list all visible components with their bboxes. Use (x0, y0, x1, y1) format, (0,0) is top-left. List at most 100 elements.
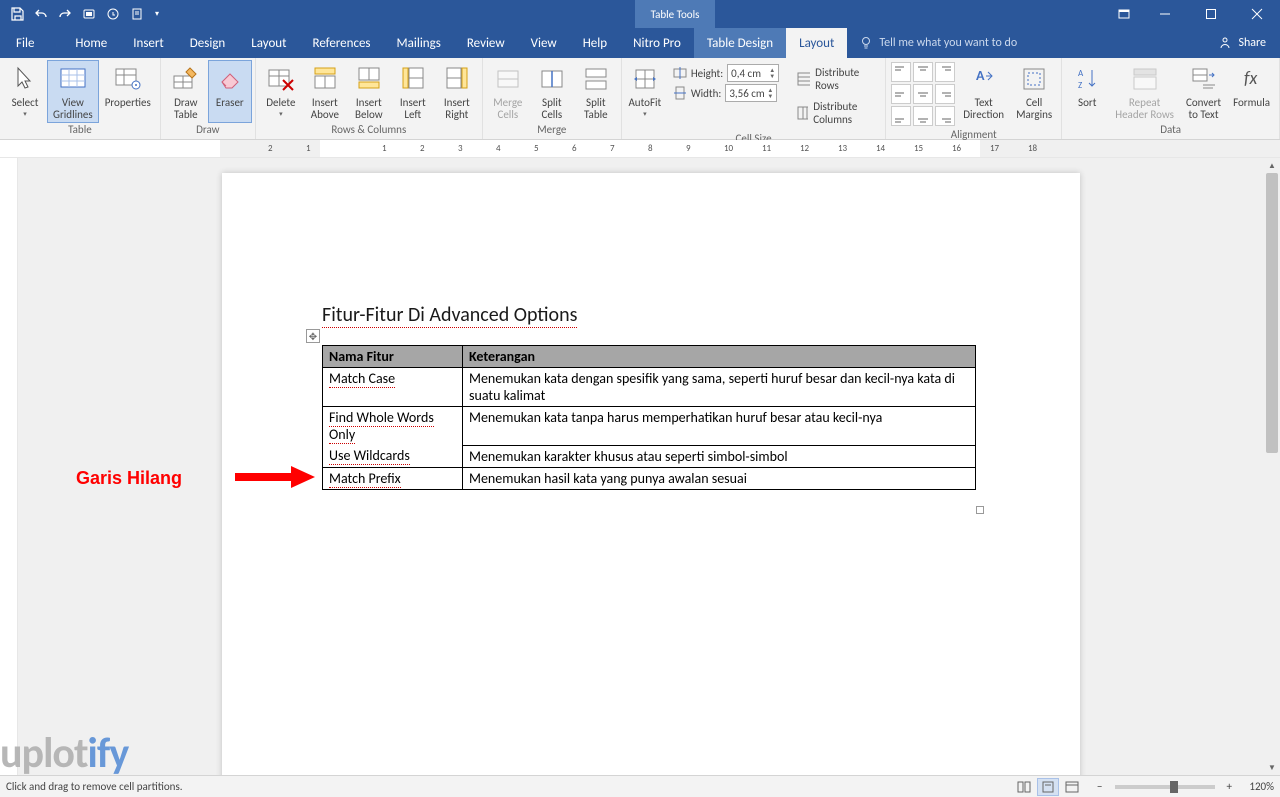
table-move-handle[interactable]: ✥ (306, 329, 320, 343)
zoom-slider-handle[interactable] (1170, 781, 1178, 793)
document-area[interactable]: Fitur-Fitur Di Advanced Options ✥ Nama F… (18, 158, 1264, 775)
cell-desc[interactable]: Menemukan karakter khusus atau seperti s… (463, 445, 976, 467)
scroll-thumb[interactable] (1266, 173, 1278, 453)
ribbon-group-data: AZ Sort Repeat Header Rows Convert to Te… (1062, 58, 1280, 139)
align-bottom-left[interactable] (891, 106, 911, 126)
cell-name[interactable]: Match Case (323, 368, 463, 407)
sort-label: Sort (1078, 97, 1096, 109)
gridlines-label: View Gridlines (53, 97, 93, 121)
maximize-icon[interactable] (1188, 0, 1234, 28)
status-bar: Click and drag to remove cell partitions… (0, 775, 1280, 797)
horizontal-ruler[interactable]: 2 1 1 2 3 4 5 6 7 8 9 10 11 12 13 14 15 … (0, 140, 1280, 158)
autofit-button[interactable]: AutoFit▾ (625, 60, 665, 132)
vertical-scrollbar[interactable]: ▲ ▼ (1264, 158, 1280, 775)
qat-item-2[interactable] (102, 3, 124, 25)
align-bottom-center[interactable] (913, 106, 933, 126)
qat-item-3[interactable] (126, 3, 148, 25)
qat-item-1[interactable] (78, 3, 100, 25)
vertical-ruler[interactable] (0, 158, 18, 775)
cell-desc[interactable]: Menemukan kata tanpa harus memperhatikan… (463, 407, 976, 446)
formula-button[interactable]: fx Formula (1227, 60, 1276, 123)
select-button[interactable]: Select▾ (3, 60, 47, 123)
insert-left-button[interactable]: Insert Left (391, 60, 435, 123)
height-input[interactable]: 0,4 cm▲▼ (727, 64, 779, 82)
delete-button[interactable]: Delete▾ (259, 60, 303, 123)
close-icon[interactable] (1234, 0, 1280, 28)
cell-desc[interactable]: Menemukan kata dengan spesifik yang sama… (463, 368, 976, 407)
cell-margins-button[interactable]: Cell Margins (1010, 60, 1058, 128)
tab-help[interactable]: Help (570, 28, 620, 58)
tab-mailings[interactable]: Mailings (384, 28, 454, 58)
draw-table-button[interactable]: Draw Table (164, 60, 208, 123)
group-label-rowscols: Rows & Columns (259, 123, 479, 139)
align-bottom-right[interactable] (935, 106, 955, 126)
insert-above-icon (309, 63, 341, 95)
web-layout-button[interactable] (1061, 778, 1083, 796)
cell-name[interactable]: Match Prefix (323, 467, 463, 489)
zoom-out-button[interactable]: − (1093, 780, 1106, 793)
tell-me-search[interactable]: Tell me what you want to do (847, 28, 1204, 58)
tab-home[interactable]: Home (62, 28, 120, 58)
svg-text:fx: fx (1244, 67, 1257, 89)
tab-insert[interactable]: Insert (120, 28, 177, 58)
redo-icon[interactable] (54, 3, 76, 25)
annotation-arrow-icon (235, 464, 315, 490)
insert-above-button[interactable]: Insert Above (303, 60, 347, 123)
table-header-row: Nama Fitur Keterangan (323, 346, 976, 368)
tab-references[interactable]: References (300, 28, 384, 58)
split-cells-button[interactable]: Split Cells (530, 60, 574, 123)
eraser-button[interactable]: Eraser (208, 60, 252, 123)
document-table[interactable]: Nama Fitur Keterangan Match Case Menemuk… (322, 345, 976, 490)
tab-view[interactable]: View (518, 28, 570, 58)
cell-desc[interactable]: Menemukan hasil kata yang punya awalan s… (463, 467, 976, 489)
tab-table-layout[interactable]: Layout (786, 28, 847, 58)
align-top-left[interactable] (891, 62, 911, 82)
table-row: Find Whole Words Only Menemukan kata tan… (323, 407, 976, 446)
insert-left-icon (397, 63, 429, 95)
svg-text:A: A (1078, 68, 1084, 79)
read-mode-button[interactable] (1013, 778, 1035, 796)
insert-above-label: Insert Above (311, 97, 339, 121)
properties-button[interactable]: Properties (99, 60, 157, 123)
width-input[interactable]: 3,56 cm▲▼ (725, 84, 777, 102)
repeat-header-button: Repeat Header Rows (1109, 60, 1180, 123)
tell-me-placeholder: Tell me what you want to do (879, 36, 1017, 50)
tab-file[interactable]: File (0, 28, 50, 58)
insert-below-button[interactable]: Insert Below (347, 60, 391, 123)
ribbon-display-options-icon[interactable] (1106, 0, 1142, 28)
convert-to-text-button[interactable]: Convert to Text (1180, 60, 1227, 123)
align-middle-center[interactable] (913, 84, 933, 104)
qat-customize-icon[interactable]: ▾ (150, 3, 164, 25)
print-layout-button[interactable] (1037, 778, 1059, 796)
split-table-button[interactable]: Split Table (574, 60, 618, 123)
zoom-slider[interactable] (1115, 785, 1215, 789)
status-message: Click and drag to remove cell partitions… (6, 780, 1013, 793)
align-middle-right[interactable] (935, 84, 955, 104)
row-height-icon (673, 66, 687, 80)
minimize-icon[interactable] (1142, 0, 1188, 28)
align-top-center[interactable] (913, 62, 933, 82)
align-top-right[interactable] (935, 62, 955, 82)
sort-button[interactable]: AZ Sort (1065, 60, 1109, 123)
insert-right-button[interactable]: Insert Right (435, 60, 479, 123)
share-button[interactable]: Share (1204, 28, 1280, 58)
scroll-down-icon[interactable]: ▼ (1264, 760, 1280, 775)
tab-layout[interactable]: Layout (238, 28, 299, 58)
distribute-columns-button[interactable]: Distribute Columns (793, 98, 876, 128)
text-direction-button[interactable]: A Text Direction (957, 60, 1010, 128)
zoom-in-button[interactable]: + (1223, 780, 1236, 793)
table-resize-handle[interactable] (976, 506, 984, 514)
tab-table-design[interactable]: Table Design (694, 28, 786, 58)
cell-name[interactable]: Use Wildcards (323, 445, 463, 467)
zoom-percentage[interactable]: 120% (1236, 780, 1274, 793)
align-middle-left[interactable] (891, 84, 911, 104)
tab-nitro[interactable]: Nitro Pro (620, 28, 694, 58)
scroll-up-icon[interactable]: ▲ (1264, 158, 1280, 173)
view-gridlines-button[interactable]: View Gridlines (47, 60, 99, 123)
cell-name[interactable]: Find Whole Words Only (323, 407, 463, 446)
save-icon[interactable] (6, 3, 28, 25)
distribute-rows-button[interactable]: Distribute Rows (793, 64, 876, 94)
tab-review[interactable]: Review (454, 28, 518, 58)
tab-design[interactable]: Design (177, 28, 238, 58)
undo-icon[interactable] (30, 3, 52, 25)
